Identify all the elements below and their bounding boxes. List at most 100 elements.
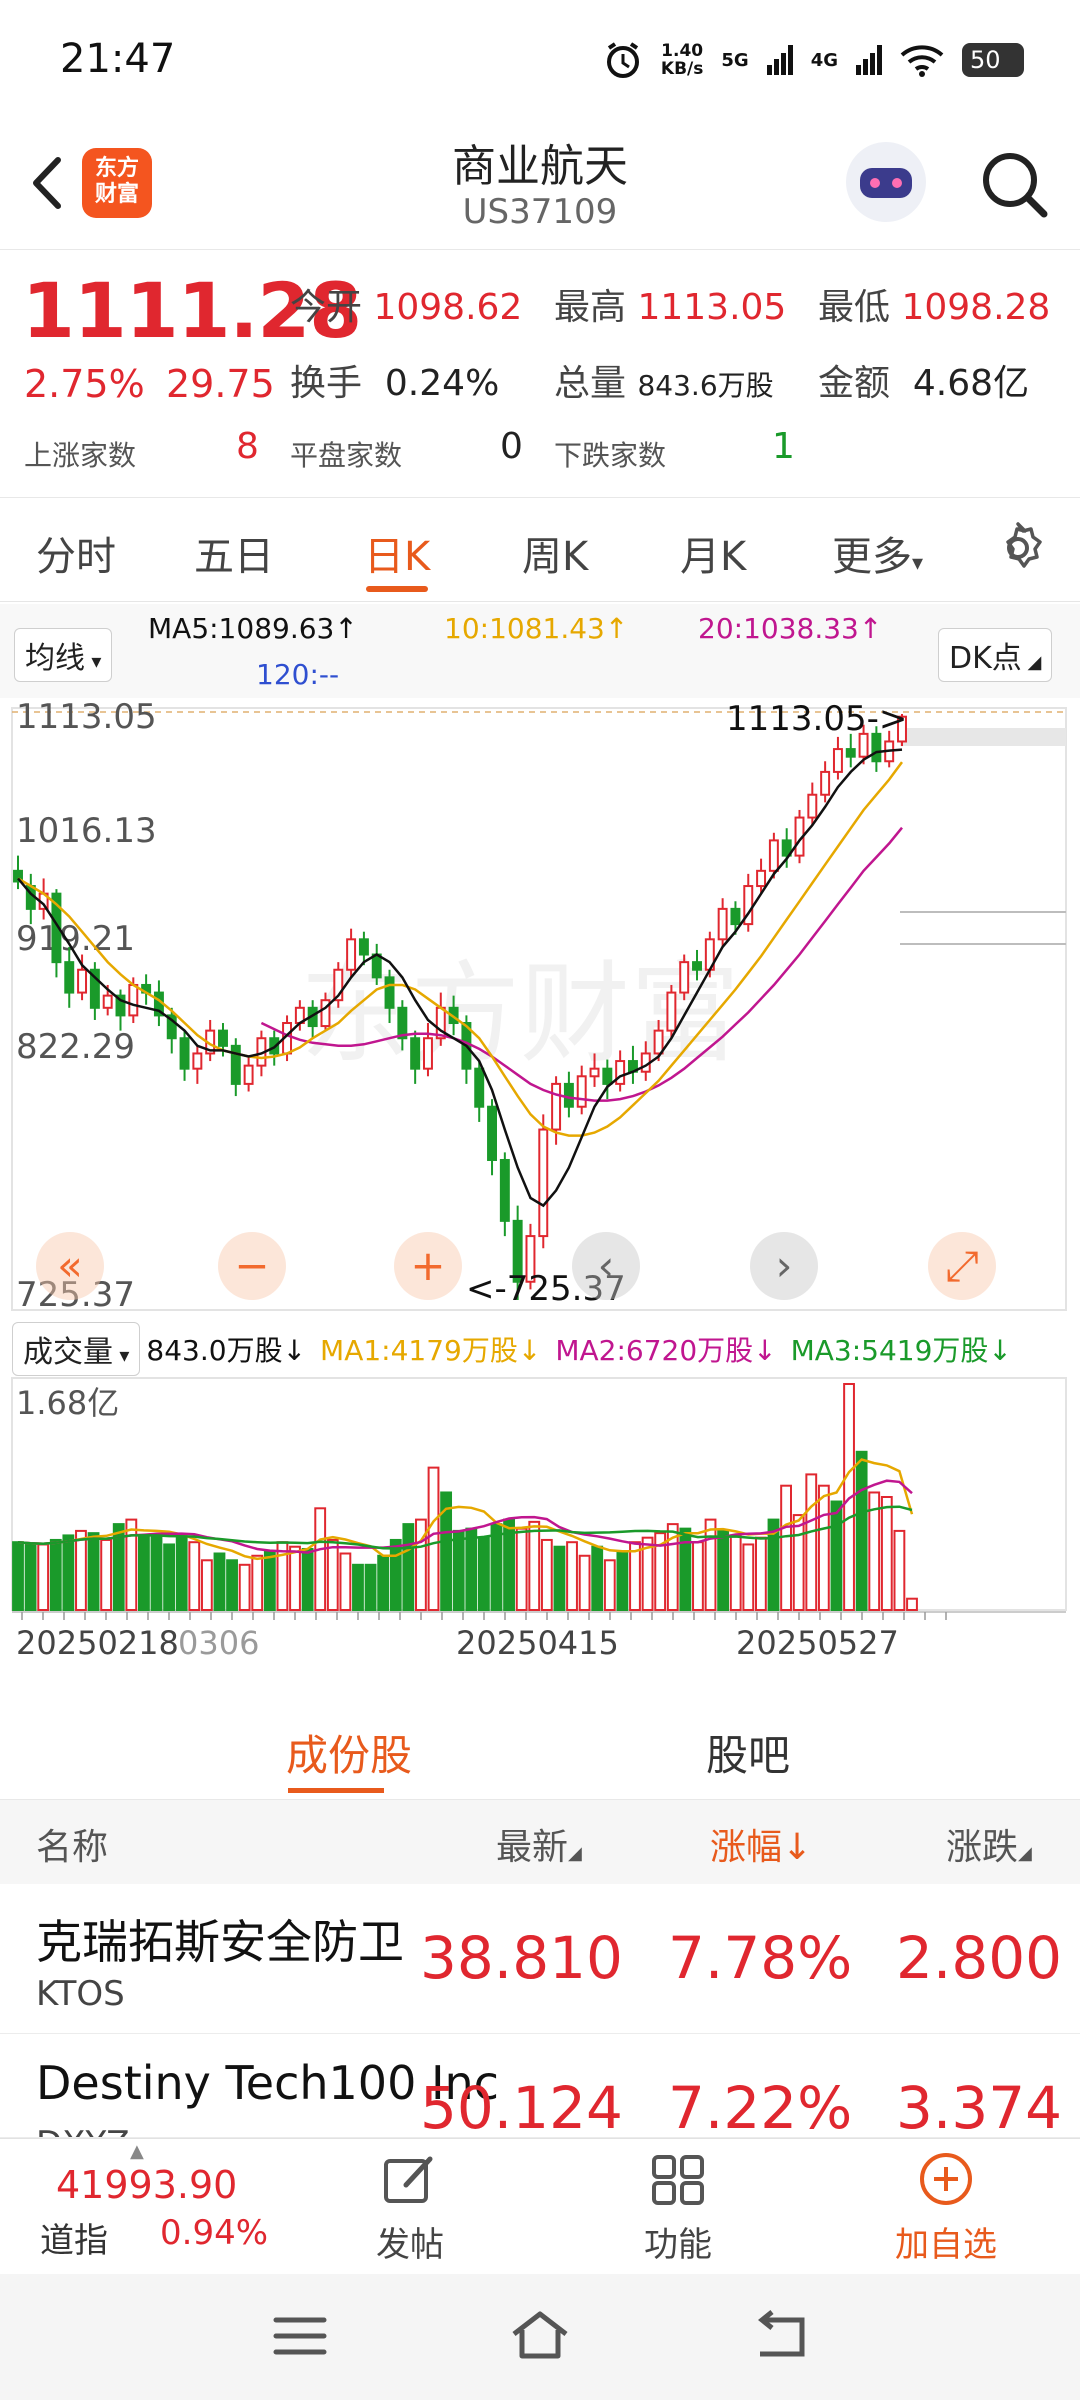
svg-text:›: › [776, 1241, 793, 1290]
candle-body [474, 1067, 485, 1108]
candle-body [410, 1037, 421, 1070]
tab-five-day[interactable]: 五日 [194, 524, 274, 582]
volume-bar [226, 1559, 238, 1612]
svg-text:‹: ‹ [598, 1241, 615, 1290]
change-percent: 2.75% [24, 362, 145, 406]
candle-body [77, 968, 88, 994]
ma20-value: 20:1038.33↑ [698, 612, 883, 645]
volume-bar [830, 1500, 843, 1612]
candle-body [730, 907, 741, 926]
back-nav-icon[interactable] [752, 2310, 812, 2362]
volume-bar [389, 1538, 402, 1611]
volume-bar [893, 1529, 906, 1612]
tab-intraday[interactable]: 分时 [36, 524, 116, 582]
candle-body [384, 976, 395, 1009]
zoom-in-button[interactable]: + [394, 1232, 462, 1300]
volume-bar [591, 1545, 604, 1611]
col-change[interactable]: 涨跌◢ [946, 1818, 1032, 1870]
ma10-value: 10:1081.43↑ [444, 612, 629, 645]
home-icon[interactable] [508, 2308, 572, 2362]
candle-body [128, 983, 139, 1017]
stock-change: 2.800 [896, 1924, 1063, 1992]
scroll-left-button[interactable]: ‹ [572, 1232, 640, 1300]
tab-daily-k[interactable]: 日K [364, 524, 430, 582]
volume-bar [352, 1563, 364, 1611]
stock-latest: 50.124 [420, 2074, 623, 2138]
open-field: 今开 1098.62 [290, 287, 523, 328]
candle-body [768, 839, 779, 872]
candle-body [371, 953, 382, 979]
volume-bar [729, 1534, 742, 1611]
ma120-value: 120:-- [256, 658, 340, 691]
tab-constituents[interactable]: 成份股 [286, 1722, 412, 1783]
volume-bar [679, 1527, 692, 1612]
candle-body [832, 748, 843, 773]
dk-point-selector[interactable]: DK点 ◢ [938, 628, 1053, 682]
up-count-label: 上涨家数 [24, 439, 137, 472]
col-latest[interactable]: 最新◢ [496, 1818, 582, 1870]
volume-bar [515, 1527, 528, 1612]
candle-body [551, 1082, 562, 1131]
add-watchlist-button[interactable]: 加自选 [866, 2149, 1026, 2266]
section-tab-underline [288, 1788, 384, 1793]
volume-bar [704, 1518, 717, 1611]
volume-ma3: MA3:5419万股↓ [790, 1334, 1012, 1367]
section-tabs: 成份股 股吧 [0, 1692, 1080, 1800]
volume-bar [855, 1450, 868, 1611]
scroll-left-fast-button[interactable]: « [36, 1232, 104, 1300]
volume-bar [427, 1466, 440, 1611]
candle-body [102, 994, 113, 1009]
search-icon[interactable] [976, 146, 1052, 222]
volume-bar [24, 1543, 37, 1612]
post-button[interactable]: 发帖 [330, 2149, 490, 2266]
volume-bar [477, 1536, 490, 1611]
signal-bars-icon-2 [856, 45, 882, 75]
menu-icon[interactable] [272, 2314, 328, 2358]
table-row[interactable]: Destiny Tech100 Inc DXYZ 50.124 7.22% 3.… [0, 2034, 1080, 2138]
volume-bar [314, 1507, 327, 1611]
index-change-pct: 0.94% [160, 2213, 269, 2253]
volume-bar [742, 1543, 755, 1612]
volume-bar [452, 1529, 465, 1612]
col-change-pct[interactable]: 涨幅↓ [710, 1818, 812, 1870]
candle-body [499, 1158, 510, 1222]
volume-bar [289, 1545, 301, 1611]
table-row[interactable]: 克瑞拓斯安全防卫 KTOS 38.810 7.78% 2.800 [0, 1884, 1080, 2034]
tab-forum[interactable]: 股吧 [706, 1722, 790, 1783]
assistant-robot-icon[interactable] [846, 142, 926, 222]
volume-bar [87, 1532, 100, 1611]
quote-panel: 1111.28 2.75% 29.75 今开 1098.62 最高 1113.0… [0, 250, 1080, 498]
candle-body [243, 1064, 254, 1085]
gear-icon[interactable] [990, 520, 1046, 576]
dow-index-widget[interactable]: ▲ 41993.90 道指 0.94% [0, 2139, 290, 2275]
wifi-icon [900, 45, 944, 77]
volume-bar [238, 1563, 251, 1611]
volume-bar [415, 1518, 427, 1611]
volume-bar [138, 1534, 150, 1611]
candle-body [422, 1037, 433, 1070]
grid-apps-icon [652, 2155, 704, 2205]
status-time: 21:47 [60, 36, 176, 82]
ma-selector[interactable]: 均线 ▾ [14, 628, 113, 682]
scroll-right-button[interactable]: › [750, 1232, 818, 1300]
battery-icon: 50 [962, 43, 1024, 77]
tab-monthly-k[interactable]: 月K [680, 524, 746, 582]
active-tab-underline [366, 586, 428, 592]
system-nav-bar [0, 2274, 1080, 2400]
volume-top-label: 1.68亿 [16, 1384, 119, 1422]
candle-body [487, 1105, 498, 1161]
y-tick-label: 1016.13 [16, 811, 157, 851]
volume-bar [125, 1518, 138, 1611]
tab-more[interactable]: 更多▾ [832, 524, 923, 582]
volume-bar [792, 1514, 805, 1612]
fullscreen-button[interactable]: ⤢ [928, 1232, 996, 1300]
volume-bar [200, 1559, 213, 1612]
volume-ma1: MA1:4179万股↓ [320, 1334, 542, 1367]
volume-selector[interactable]: 成交量 ▾ [12, 1322, 141, 1376]
tab-weekly-k[interactable]: 周K [522, 524, 588, 582]
functions-button[interactable]: 功能 [598, 2149, 758, 2266]
down-count: 1 [772, 426, 795, 467]
kline-chart[interactable]: 东方财富1113.051016.13919.21822.29725.371113… [0, 700, 1080, 1692]
zoom-out-button[interactable]: − [218, 1232, 286, 1300]
add-circle-icon [920, 2153, 972, 2205]
